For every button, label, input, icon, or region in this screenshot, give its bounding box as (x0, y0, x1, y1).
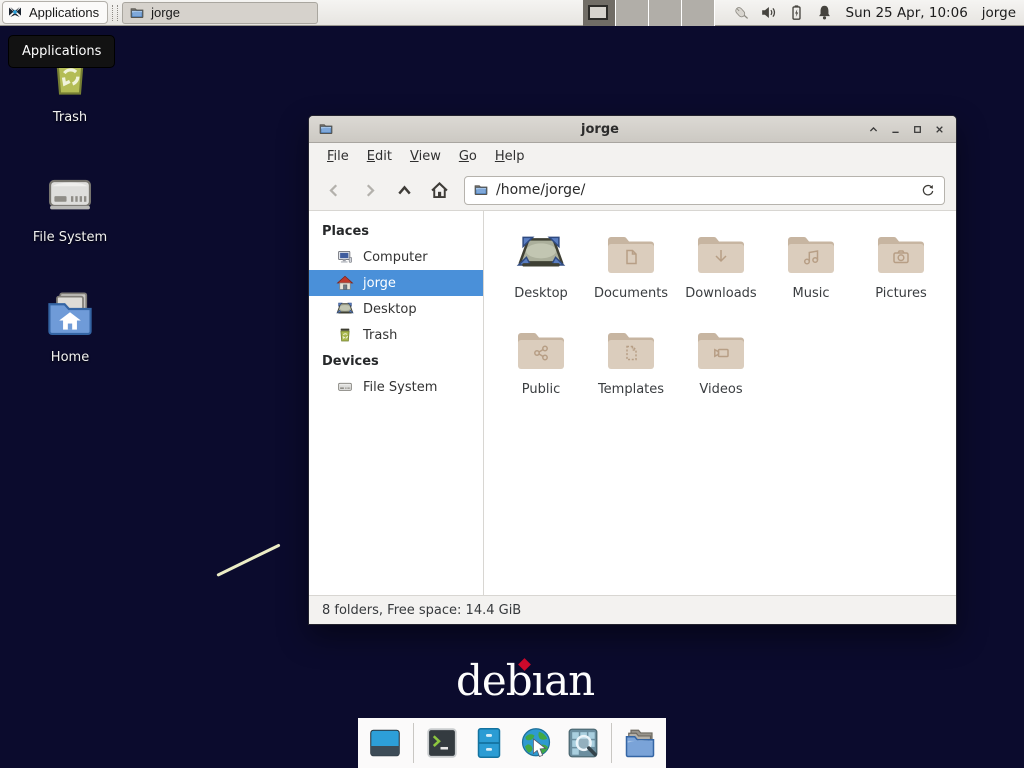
dock-app-finder-button[interactable] (564, 724, 602, 762)
file-item-templates[interactable]: Templates (586, 322, 676, 418)
window-folder-icon (318, 121, 334, 137)
shade-button[interactable] (866, 122, 881, 137)
menu-file[interactable]: File (318, 145, 358, 168)
applications-menu-button[interactable]: Applications (2, 1, 108, 24)
volume-icon[interactable] (759, 3, 778, 22)
taskbar-window-label: jorge (151, 5, 180, 20)
dock-separator (611, 723, 612, 763)
reload-button[interactable] (920, 182, 936, 198)
desktop-icon-file-system[interactable]: File System (15, 168, 125, 245)
file-item-videos[interactable]: Videos (676, 322, 766, 418)
file-manager-window: jorge FileEditViewGoHelp /home/jorge/ Pl… (308, 115, 957, 625)
notifications-icon[interactable] (815, 3, 834, 22)
desktop-icon-home[interactable]: Home (15, 288, 125, 365)
input-device-icon[interactable] (731, 3, 750, 22)
username-label: jorge (982, 5, 1016, 21)
back-button[interactable] (320, 176, 348, 204)
system-tray (731, 3, 834, 22)
public-folder-icon (513, 322, 569, 378)
sidebar: PlacesComputerjorgeDesktopTrashDevicesFi… (309, 211, 484, 595)
bottom-dock (358, 718, 666, 768)
up-button[interactable] (390, 176, 418, 204)
home-button[interactable] (425, 176, 453, 204)
documents-folder-icon (603, 226, 659, 282)
path-text: /home/jorge/ (496, 182, 913, 198)
sidebar-item-desktop[interactable]: Desktop (309, 296, 483, 322)
top-panel: Applications jorge Sun 25 Apr, 10:06 jor… (0, 0, 1024, 26)
dock-terminal-button[interactable] (423, 724, 461, 762)
menu-edit[interactable]: Edit (358, 145, 401, 168)
file-item-desktop[interactable]: Desktop (496, 226, 586, 322)
file-item-downloads[interactable]: Downloads (676, 226, 766, 322)
file-grid: DesktopDocumentsDownloadsMusicPictures Pu… (484, 211, 956, 595)
downloads-folder-icon (693, 226, 749, 282)
dock-separator (413, 723, 414, 763)
desktop-folder-icon (513, 226, 569, 282)
workspace-2[interactable] (616, 0, 649, 26)
window-title: jorge (334, 122, 866, 137)
sidebar-item-trash[interactable]: Trash (309, 322, 483, 348)
file-item-music[interactable]: Music (766, 226, 856, 322)
toolbar: /home/jorge/ (309, 170, 956, 211)
clock[interactable]: Sun 25 Apr, 10:06 (846, 5, 968, 21)
sidebar-header-places: Places (309, 218, 483, 244)
dock-web-browser-button[interactable] (517, 724, 555, 762)
applications-menu-label: Applications (29, 5, 99, 20)
folder-home-icon (44, 288, 96, 344)
music-folder-icon (783, 226, 839, 282)
file-item-public[interactable]: Public (496, 322, 586, 418)
debian-logo: debıan (456, 656, 594, 705)
dock-show-desktop-button[interactable] (366, 724, 404, 762)
taskbar-window-button[interactable]: jorge (122, 2, 318, 24)
dock-directory-menu-button[interactable] (621, 724, 659, 762)
forward-button[interactable] (355, 176, 383, 204)
status-bar: 8 folders, Free space: 14.4 GiB (309, 595, 956, 624)
close-button[interactable] (932, 122, 947, 137)
battery-icon[interactable] (787, 3, 806, 22)
applications-tooltip: Applications (8, 35, 115, 68)
dock-file-manager-button[interactable] (470, 724, 508, 762)
maximize-button[interactable] (910, 122, 925, 137)
path-bar[interactable]: /home/jorge/ (464, 176, 945, 205)
workspace-3[interactable] (649, 0, 682, 26)
file-item-documents[interactable]: Documents (586, 226, 676, 322)
file-item-pictures[interactable]: Pictures (856, 226, 946, 322)
xfce-logo-icon (7, 5, 23, 21)
menu-help[interactable]: Help (486, 145, 534, 168)
menu-go[interactable]: Go (450, 145, 486, 168)
pictures-folder-icon (873, 226, 929, 282)
sidebar-header-devices: Devices (309, 348, 483, 374)
drive-big-icon (44, 168, 96, 224)
sidebar-item-file-system[interactable]: File System (309, 374, 483, 400)
workspace-switcher (583, 0, 715, 26)
sidebar-item-jorge[interactable]: jorge (309, 270, 483, 296)
cursor-trail-artifact (216, 543, 280, 576)
workspace-4[interactable] (682, 0, 715, 26)
workspace-1[interactable] (583, 0, 616, 26)
templates-folder-icon (603, 322, 659, 378)
window-titlebar[interactable]: jorge (309, 116, 956, 143)
panel-separator-handle[interactable] (112, 5, 118, 21)
minimize-button[interactable] (888, 122, 903, 137)
path-folder-icon (473, 182, 489, 198)
window-controls (866, 122, 947, 137)
workspace-window-thumb (588, 5, 608, 20)
videos-folder-icon (693, 322, 749, 378)
menu-view[interactable]: View (401, 145, 450, 168)
folder-icon (129, 5, 145, 21)
menu-bar: FileEditViewGoHelp (309, 143, 956, 170)
sidebar-item-computer[interactable]: Computer (309, 244, 483, 270)
window-content: PlacesComputerjorgeDesktopTrashDevicesFi… (309, 211, 956, 595)
